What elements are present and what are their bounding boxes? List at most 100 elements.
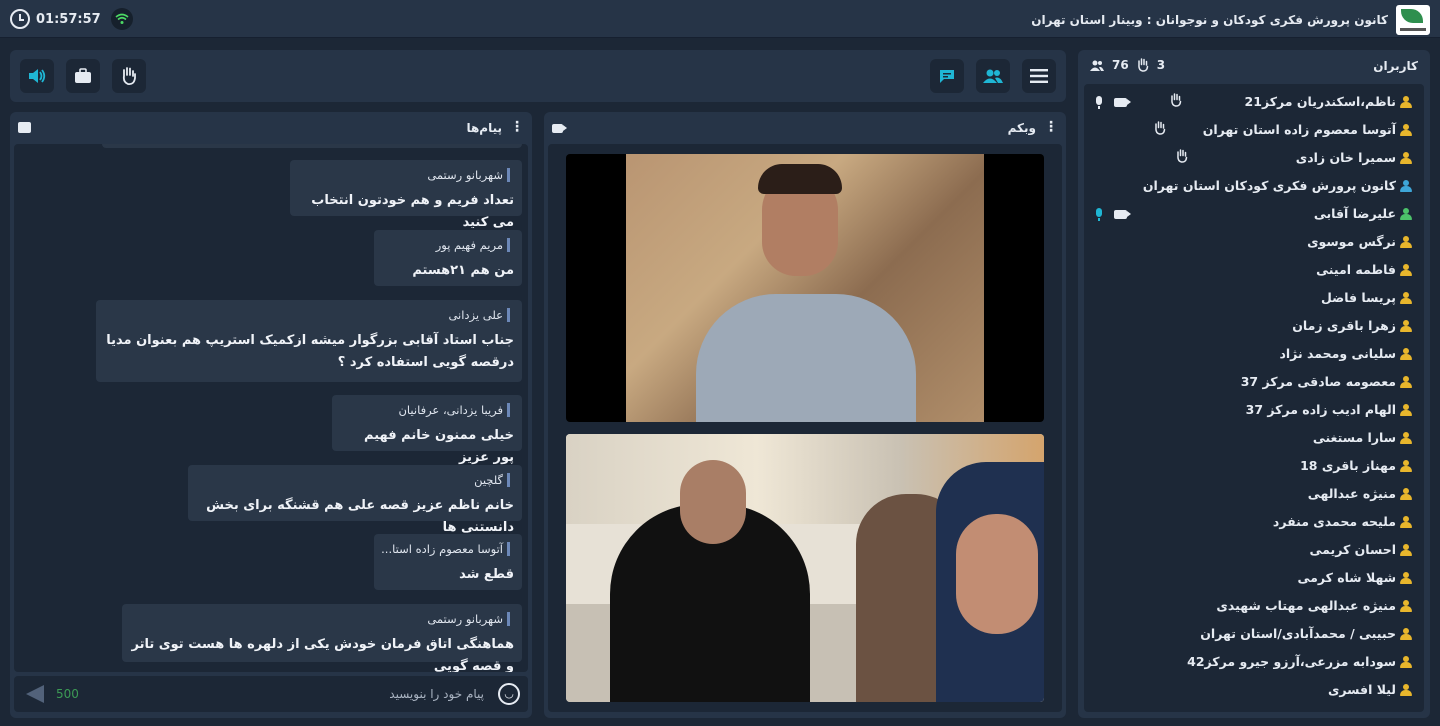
user-icon	[1400, 572, 1412, 584]
user-icon	[1400, 516, 1412, 528]
user-icon	[1400, 320, 1412, 332]
chat-messages[interactable]: شهربانو رستمی تعداد فریم و هم خودتون انتخ…	[14, 144, 528, 672]
presenter-body	[696, 294, 916, 422]
user-name: مهناز باقری 18	[1300, 458, 1396, 473]
user-name: لیلا افسری	[1327, 682, 1396, 697]
chat-message: شهربانو رستمی تعداد فریم و هم خودتون انتخ…	[290, 160, 522, 230]
user-row[interactable]: آتوسا معصوم زاده استان تهران	[1084, 116, 1424, 144]
raised-hand-icon	[1176, 149, 1188, 167]
briefcase-icon	[75, 68, 91, 83]
session-clock: 01:57:57	[10, 8, 133, 30]
chat-toggle-button[interactable]	[930, 59, 964, 93]
chat-toggle-icon	[940, 70, 954, 83]
video-feed-participants[interactable]	[566, 434, 1044, 702]
user-row[interactable]: شهلا شاه کرمی	[1084, 564, 1424, 592]
toolbar	[10, 50, 1066, 102]
user-row[interactable]: سمیرا خان زادی	[1084, 144, 1424, 172]
chat-message-input[interactable]	[104, 682, 484, 706]
message-sender: گلچین	[474, 473, 510, 487]
emoji-icon[interactable]: ◡	[498, 683, 520, 705]
wifi-icon[interactable]	[110, 8, 133, 30]
users-toggle-button[interactable]	[976, 59, 1010, 93]
user-row[interactable]: الهام ادیب زاده مرکز 37	[1084, 396, 1424, 424]
user-row[interactable]: مهناز باقری 18	[1084, 452, 1424, 480]
menu-button[interactable]	[1022, 59, 1056, 93]
user-row[interactable]: حبیبی / محمدآبادی/استان تهران	[1084, 620, 1424, 648]
webcam-grid	[548, 144, 1062, 712]
message-text: خانم ناظم عزیز قصه علی هم قشنگه برای بخش…	[206, 498, 514, 535]
chat-message: گلچین خانم ناظم عزیز قصه علی هم قشنگه برا…	[188, 465, 522, 535]
user-icon	[1400, 124, 1412, 136]
user-name: ناظم،اسکندریان مرکز21	[1244, 94, 1396, 109]
user-row[interactable]: لیلا افسری	[1084, 676, 1424, 704]
user-row[interactable]: سلیانی ومحمد نژاد	[1084, 340, 1424, 368]
hand-count-icon	[1137, 58, 1148, 72]
user-name: معصومه صادقی مرکز 37	[1240, 374, 1396, 389]
webcam-options-icon[interactable]: ⋮	[1044, 119, 1058, 135]
top-bar: 01:57:57 کانون پرورش فکری کودکان و نوجوا…	[0, 0, 1440, 38]
user-row[interactable]: احسان کریمی	[1084, 536, 1424, 564]
users-title: کاربران	[1373, 59, 1418, 73]
user-webcam-icon	[1114, 210, 1131, 219]
user-row[interactable]: ناظم،اسکندریان مرکز21	[1084, 88, 1424, 116]
user-row[interactable]: علیرضا آقابی	[1084, 200, 1424, 228]
user-icon	[1400, 180, 1412, 192]
user-row[interactable]: ملیحه محمدی منفرد	[1084, 508, 1424, 536]
user-name: ملیحه محمدی منفرد	[1272, 514, 1396, 529]
send-icon[interactable]	[26, 685, 44, 703]
users-count-icon	[1090, 60, 1104, 71]
user-name: علیرضا آقابی	[1313, 206, 1396, 221]
participant-1-face	[680, 460, 746, 544]
users-toggle-icon	[983, 69, 1003, 83]
message-text: جناب استاد آقابی بزرگوار میشه ازکمیک است…	[106, 333, 514, 370]
raised-hand-icon	[1154, 121, 1166, 139]
user-row[interactable]: منیژه عبدالهی	[1084, 480, 1424, 508]
chat-options-icon[interactable]: ⋮	[510, 119, 524, 135]
user-row[interactable]: معصومه صادقی مرکز 37	[1084, 368, 1424, 396]
message-sender: آتوسا معصوم زاده استا...	[381, 542, 510, 556]
user-icon	[1400, 488, 1412, 500]
user-icon	[1400, 628, 1412, 640]
raised-hand-icon	[1170, 93, 1182, 111]
user-row[interactable]: نرگس موسوی	[1084, 228, 1424, 256]
clock-icon	[10, 9, 30, 29]
user-icon	[1400, 264, 1412, 276]
char-count: 500	[56, 687, 79, 701]
message-sender: شهربانو رستمی	[427, 168, 510, 182]
hands-raised-count: 3	[1156, 58, 1166, 72]
user-row[interactable]: سارا مستغنی	[1084, 424, 1424, 452]
user-name: کانون پرورش فکری کودکان استان تهران	[1142, 178, 1396, 193]
message-sender: علی یزدانی	[448, 308, 510, 322]
files-button[interactable]	[66, 59, 100, 93]
user-row[interactable]: منیژه عبدالهی مهتاب شهیدی	[1084, 592, 1424, 620]
users-list[interactable]: ناظم،اسکندریان مرکز21 آتوسا معصوم زاده اس…	[1084, 84, 1424, 712]
user-row[interactable]: زهرا باقری زمان	[1084, 312, 1424, 340]
user-row[interactable]: سودابه مزرعی،آرزو جیرو مرکز42	[1084, 648, 1424, 676]
message-sender: فریبا یزدانی، عرفانیان	[398, 403, 510, 417]
speaker-button[interactable]	[20, 59, 54, 93]
user-mic-icon	[1096, 96, 1102, 109]
message-sender: شهربانو رستمی	[427, 612, 510, 626]
user-name: فاطمه امینی	[1316, 262, 1396, 277]
kanoon-logo	[1396, 5, 1430, 35]
message-text: هماهنگی اتاق فرمان خودش یکی از دلهره ها …	[131, 637, 514, 672]
user-icon	[1400, 208, 1412, 220]
user-row[interactable]: پریسا فاضل	[1084, 284, 1424, 312]
user-name: پریسا فاضل	[1320, 290, 1396, 305]
user-name: حبیبی / محمدآبادی/استان تهران	[1200, 626, 1396, 641]
video-feed-presenter[interactable]	[566, 154, 1044, 422]
user-row[interactable]: فاطمه امینی	[1084, 256, 1424, 284]
user-icon	[1400, 376, 1412, 388]
clock-time: 01:57:57	[36, 11, 101, 27]
user-icon	[1400, 152, 1412, 164]
chat-message: مریم فهیم پور من هم ۲۱هستم	[374, 230, 522, 286]
chat-message: علی یزدانی جناب استاد آقابی بزرگوار میشه …	[96, 300, 522, 382]
raise-hand-button[interactable]	[112, 59, 146, 93]
chat-message: آتوسا معصوم زاده استا... قطع شد	[374, 534, 522, 590]
users-total-count: 76	[1112, 58, 1129, 72]
user-name: الهام ادیب زاده مرکز 37	[1245, 402, 1396, 417]
user-row[interactable]: کانون پرورش فکری کودکان استان تهران	[1084, 172, 1424, 200]
participant-3-face	[956, 514, 1038, 634]
user-icon	[1400, 544, 1412, 556]
users-stats: 76 3	[1090, 58, 1165, 72]
